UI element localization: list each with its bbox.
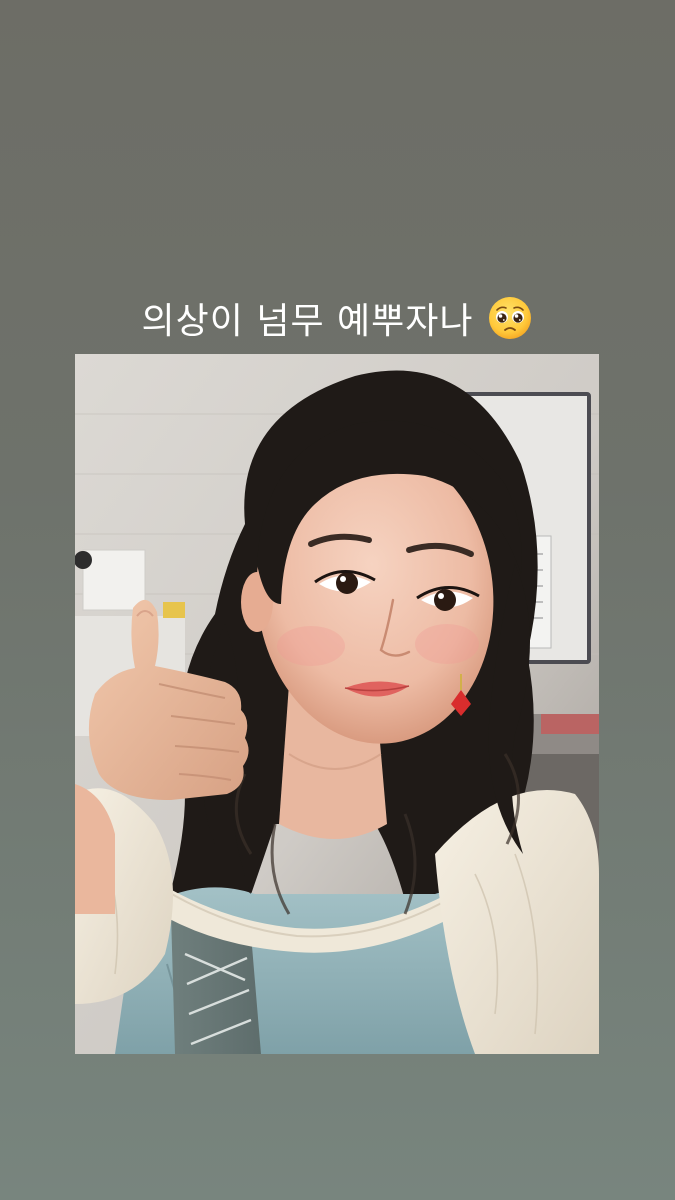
story-caption: 의상이 넘무 예뿌자나 bbox=[0, 288, 675, 348]
selfie-photo bbox=[75, 354, 599, 1054]
pleading-face-icon bbox=[487, 295, 533, 341]
caption-text: 의상이 넘무 예뿌자나 bbox=[141, 301, 474, 342]
